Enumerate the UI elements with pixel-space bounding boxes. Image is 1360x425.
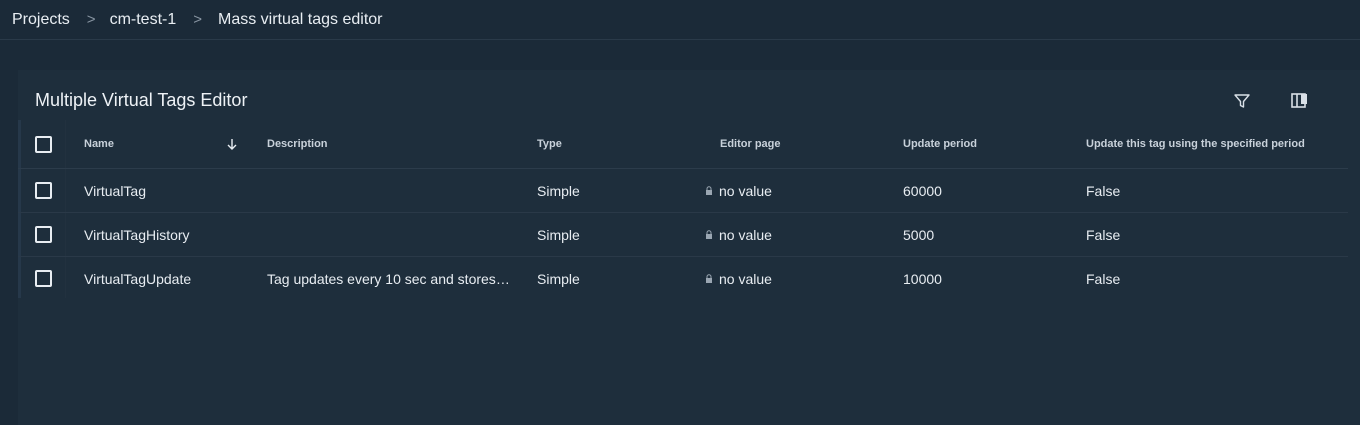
select-all-checkbox[interactable] — [35, 135, 52, 153]
column-header-editor-page[interactable]: Editor page — [720, 120, 781, 168]
lock-icon — [705, 230, 713, 239]
breadcrumb-separator: > — [86, 11, 96, 28]
table-row[interactable]: VirtualTagUpdate Tag updates every 10 se… — [18, 256, 1348, 300]
row-checkbox-cell — [35, 169, 52, 212]
row-checkbox-cell — [35, 257, 52, 300]
tag-update-flag: False — [1086, 270, 1121, 287]
table-row[interactable]: VirtualTag Simple no value 60000 False — [18, 169, 1348, 212]
row-checkbox[interactable] — [35, 270, 52, 287]
tag-update-period: 10000 — [903, 270, 942, 287]
tag-editor-page: no value — [705, 169, 772, 212]
table-row[interactable]: VirtualTagHistory Simple no value 5000 F… — [18, 212, 1348, 256]
panel-title: Multiple Virtual Tags Editor — [35, 90, 248, 110]
filter-button[interactable] — [1230, 89, 1254, 113]
tag-name: VirtualTagHistory — [84, 226, 190, 243]
editor-page-value: no value — [719, 226, 772, 243]
tag-editor-page: no value — [705, 257, 772, 300]
tags-editor-panel: Multiple Virtual Tags Editor Name Descri… — [18, 70, 1360, 425]
tag-type: Simple — [537, 226, 580, 243]
breadcrumb: Projects > cm-test-1 > Mass virtual tags… — [0, 0, 1360, 40]
column-chooser-button[interactable] — [1288, 89, 1312, 113]
editor-page-value: no value — [719, 182, 772, 199]
table-header: Name Description Type Editor page Update… — [18, 120, 1348, 169]
row-checkbox-cell — [35, 213, 52, 256]
row-checkbox[interactable] — [35, 226, 52, 243]
tag-update-period: 60000 — [903, 182, 942, 199]
tag-update-flag: False — [1086, 226, 1121, 243]
tag-name: VirtualTag — [84, 182, 147, 199]
tag-description-text: Tag updates every 10 sec and stores a... — [267, 270, 511, 287]
editor-page-value: no value — [719, 270, 772, 287]
tag-name: VirtualTagUpdate — [84, 270, 192, 287]
tag-update-flag: False — [1086, 182, 1121, 199]
arrow-down-icon — [227, 139, 237, 150]
breadcrumb-separator: > — [193, 11, 202, 28]
lock-icon — [705, 186, 713, 195]
filter-icon — [1234, 94, 1250, 108]
breadcrumb-project[interactable]: cm-test-1 — [110, 11, 177, 29]
tag-editor-page: no value — [705, 213, 772, 256]
tag-type: Simple — [537, 270, 580, 287]
column-header-type[interactable]: Type — [537, 120, 562, 168]
row-checkbox[interactable] — [35, 182, 52, 199]
breadcrumb-current-page: Mass virtual tags editor — [218, 10, 383, 28]
column-chooser-icon — [1291, 93, 1307, 108]
column-header-update-flag[interactable]: Update this tag using the specified peri… — [1086, 120, 1305, 168]
column-header-update-period[interactable]: Update period — [903, 120, 977, 168]
tag-type: Simple — [537, 182, 580, 199]
column-header-name[interactable]: Name — [84, 120, 114, 168]
column-header-description[interactable]: Description — [267, 120, 328, 168]
select-all-cell — [35, 120, 52, 168]
breadcrumb-projects[interactable]: Projects — [12, 11, 70, 29]
lock-icon — [705, 274, 713, 283]
sort-button[interactable] — [225, 120, 239, 168]
tag-description: Tag updates every 10 sec and stores a... — [267, 257, 511, 300]
tags-table: Name Description Type Editor page Update… — [18, 120, 1348, 300]
tag-update-period: 5000 — [903, 226, 935, 243]
